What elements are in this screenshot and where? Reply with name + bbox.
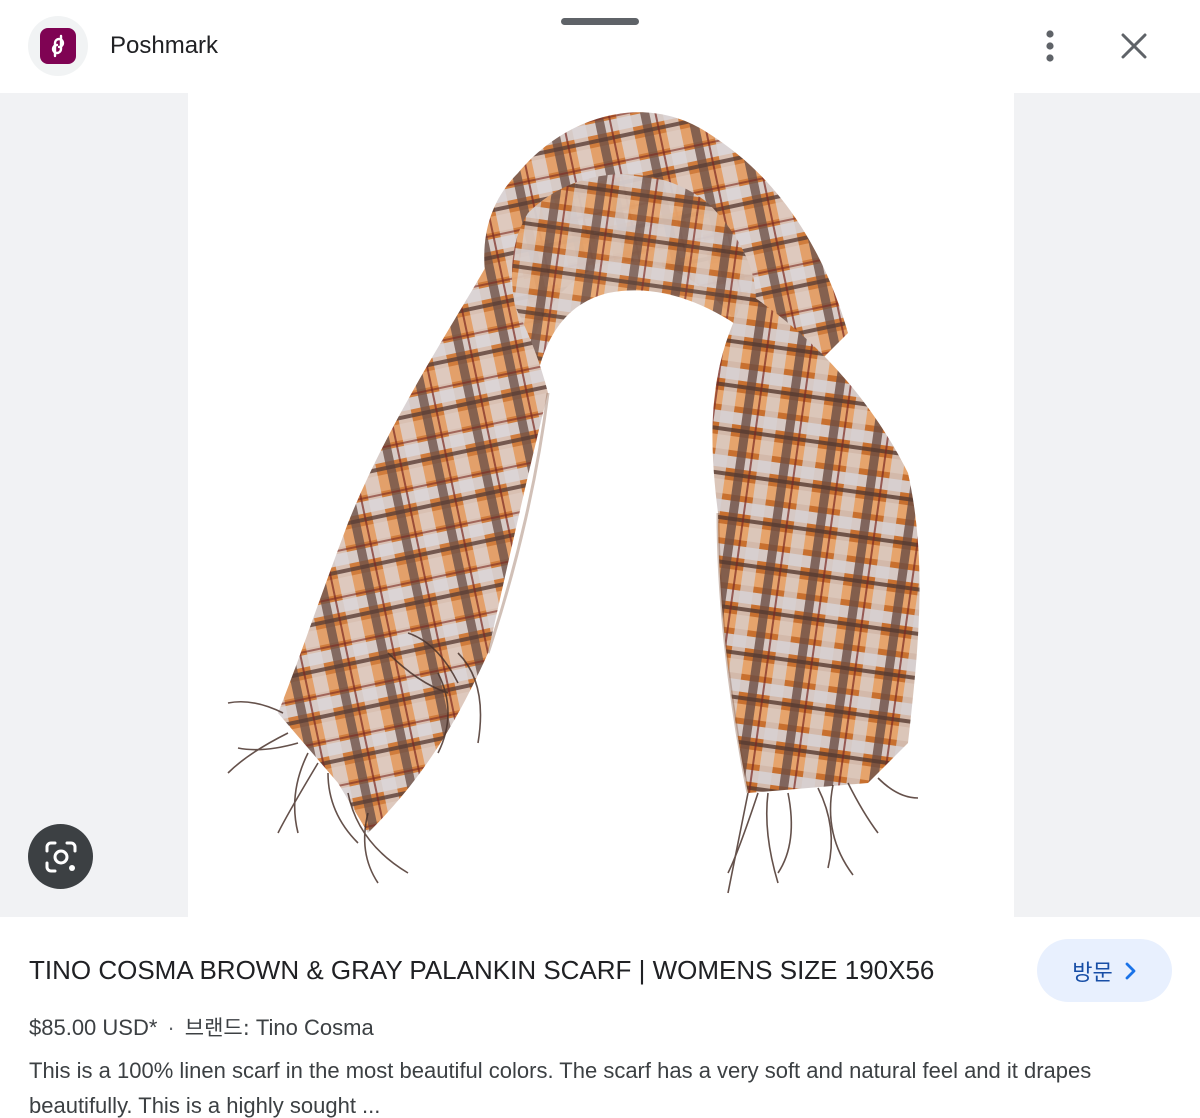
brand-value: Tino Cosma [255,1015,374,1040]
close-button[interactable] [1110,22,1158,70]
site-name: Poshmark [110,32,219,59]
lens-search-icon [45,841,76,872]
lens-search-button[interactable] [28,824,93,889]
scarf-illustration [227,112,920,894]
product-meta: $85.00 USD* · 브랜드: Tino Cosma [29,1013,374,1043]
image-preview-area [0,93,1200,917]
close-icon [1121,33,1147,59]
product-price: $85.00 USD* [29,1015,158,1040]
product-title[interactable]: TINO COSMA BROWN & GRAY PALANKIN SCARF |… [29,953,1019,987]
meta-separator: · [167,1015,175,1040]
poshmark-logo-icon [40,28,76,64]
header: Poshmark [0,0,1200,92]
site-favicon [28,16,88,76]
chevron-right-icon [1125,962,1136,979]
visit-label: 방문 [1072,960,1113,986]
brand-label: 브랜드: [184,1016,250,1040]
visit-button[interactable]: 방문 [1037,939,1172,1002]
more-options-button[interactable] [1026,22,1074,70]
product-image[interactable] [188,93,1014,917]
product-description: This is a 100% linen scarf in the most b… [29,1058,1092,1118]
more-vert-icon [1046,30,1054,62]
